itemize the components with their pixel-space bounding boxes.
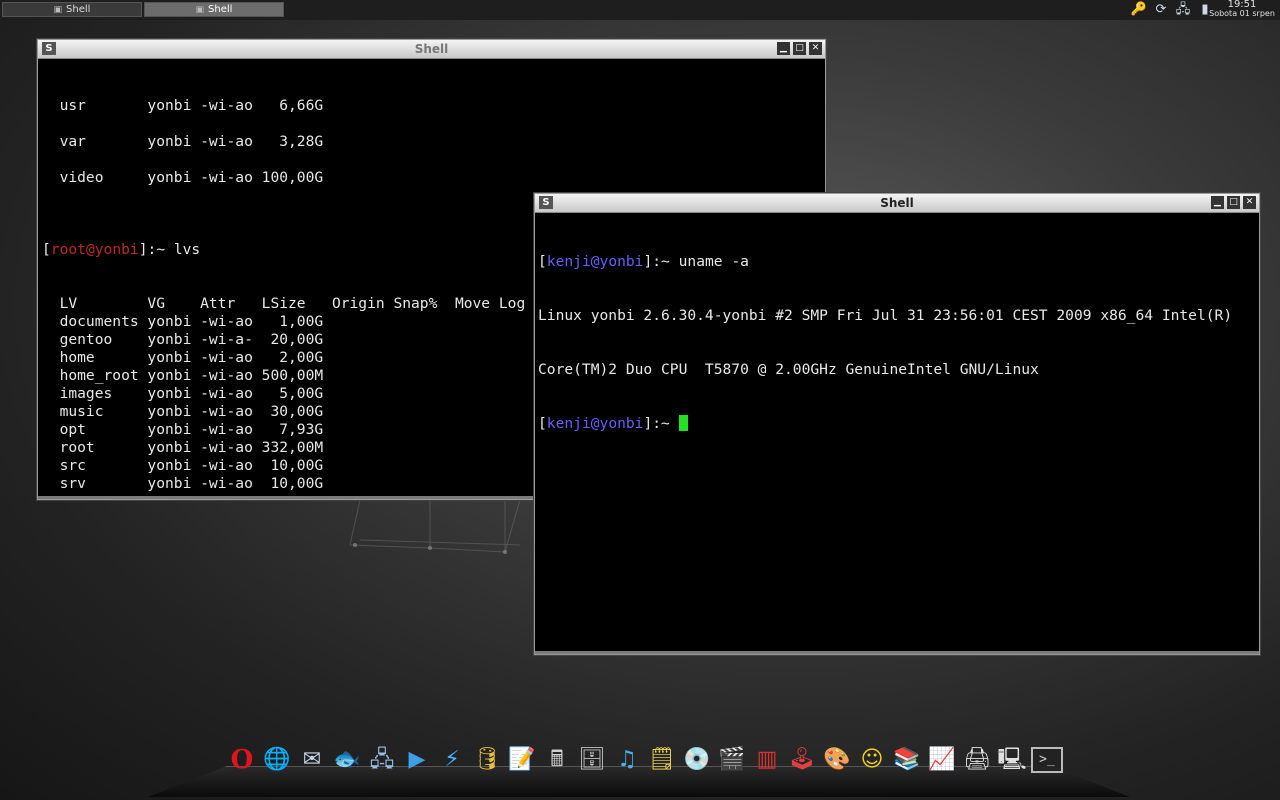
database-icon[interactable]: 🛢 — [471, 744, 503, 776]
clock-time: 19:51 — [1227, 0, 1257, 10]
terminal-icon: ▣ — [53, 4, 63, 15]
output-line: video yonbi -wi-ao 100,00G — [42, 169, 324, 186]
paint-icon[interactable]: 🎨 — [821, 744, 853, 776]
network-status-icon[interactable]: 🖧 — [1174, 2, 1192, 18]
maximize-button[interactable]: □ — [1227, 196, 1240, 209]
printer-icon[interactable]: 🖨 — [961, 744, 993, 776]
top-panel: ▣ Shell ▣ Shell 🔑 ⟳ 🖧 ▮ 19:51 Sobota 01 srp… — [0, 0, 1280, 20]
minimize-button[interactable]: ▁ — [1211, 196, 1224, 209]
disc-burner-icon[interactable]: 💿 — [681, 744, 713, 776]
resize-handle[interactable] — [535, 651, 1259, 654]
archive-icon[interactable]: 🗄 — [576, 744, 608, 776]
clock-date: Sobota 01 srpen — [1209, 9, 1275, 18]
terminal-icon: ▣ — [195, 4, 205, 15]
command-text: lvs — [173, 241, 201, 258]
notepad-icon[interactable]: 📝 — [506, 744, 538, 776]
library-icon[interactable]: 📚 — [891, 744, 923, 776]
command-text: uname -a — [678, 253, 749, 270]
joystick-icon[interactable]: 🕹 — [786, 744, 818, 776]
output-line: Linux yonbi 2.6.30.4-yonbi #2 SMP Fri Ju… — [538, 307, 1233, 324]
smiley-icon[interactable]: ☺ — [856, 744, 888, 776]
taskbar-item-shell-1[interactable]: ▣ Shell — [2, 2, 142, 17]
media-player-icon[interactable]: ▶ — [401, 744, 433, 776]
prompt-line: [kenji@yonbi]:~ — [538, 415, 1255, 433]
dock: O 🌐 ✉ 🐟 🖧 ▶ ⚡ 🛢 📝 🖩 🗄 ♫ 🗒 💿 🎬 ▥ 🕹 🎨 ☺ 📚 📈 🖨 🖳 >_ — [226, 744, 1063, 776]
output-line: var yonbi -wi-ao 3,28G — [42, 133, 324, 150]
terminal-icon[interactable]: >_ — [1031, 747, 1063, 773]
music-icon[interactable]: ♫ — [611, 744, 643, 776]
maximize-button[interactable]: □ — [793, 42, 806, 55]
window-title: Shell — [880, 196, 914, 210]
computer-icon[interactable]: 🖳 — [996, 744, 1028, 776]
window-title: Shell — [414, 42, 449, 56]
key-icon[interactable]: 🔑 — [1130, 2, 1148, 18]
system-monitor-icon[interactable]: 📈 — [926, 744, 958, 776]
mail-icon[interactable]: ✉ — [296, 744, 328, 776]
video-editor-icon[interactable]: 🎬 — [716, 744, 748, 776]
minimize-button[interactable]: ▁ — [777, 42, 790, 55]
prompt-line: [kenji@yonbi]:~ uname -a — [538, 253, 749, 270]
window-titlebar[interactable]: S Shell ▁ □ ✕ — [535, 194, 1259, 213]
update-icon[interactable]: ⟳ — [1152, 2, 1170, 18]
taskbar-item-label: Shell — [66, 4, 91, 15]
fish-icon[interactable]: 🐟 — [331, 744, 363, 776]
sticky-notes-icon[interactable]: 🗒 — [646, 744, 678, 776]
calculator-icon[interactable]: 🖩 — [541, 744, 573, 776]
network-icon[interactable]: 🖧 — [366, 744, 398, 776]
taskbar-item-shell-2[interactable]: ▣ Shell — [144, 2, 284, 17]
opera-icon[interactable]: O — [226, 744, 258, 776]
globe-icon[interactable]: 🌐 — [261, 744, 293, 776]
terminal-window-kenji[interactable]: S Shell ▁ □ ✕ [kenji@yonbi]:~ uname -a L… — [534, 193, 1260, 655]
window-titlebar[interactable]: S Shell ▁ □ ✕ — [38, 40, 825, 59]
output-line: Core(TM)2 Duo CPU T5870 @ 2.00GHz Genuin… — [538, 361, 1039, 378]
mtb-icon[interactable]: ▥ — [751, 744, 783, 776]
close-button[interactable]: ✕ — [809, 42, 822, 55]
lightning-icon[interactable]: ⚡ — [436, 744, 468, 776]
taskbar-item-label: Shell — [208, 4, 233, 15]
clock[interactable]: 19:51 Sobota 01 srpen — [1206, 0, 1278, 18]
output-line: usr yonbi -wi-ao 6,66G — [42, 97, 324, 114]
close-button[interactable]: ✕ — [1243, 196, 1256, 209]
terminal-content[interactable]: [kenji@yonbi]:~ uname -a Linux yonbi 2.6… — [538, 217, 1255, 650]
system-tray: 🔑 ⟳ 🖧 ▮ — [1130, 1, 1214, 19]
terminal-cursor — [678, 415, 688, 431]
